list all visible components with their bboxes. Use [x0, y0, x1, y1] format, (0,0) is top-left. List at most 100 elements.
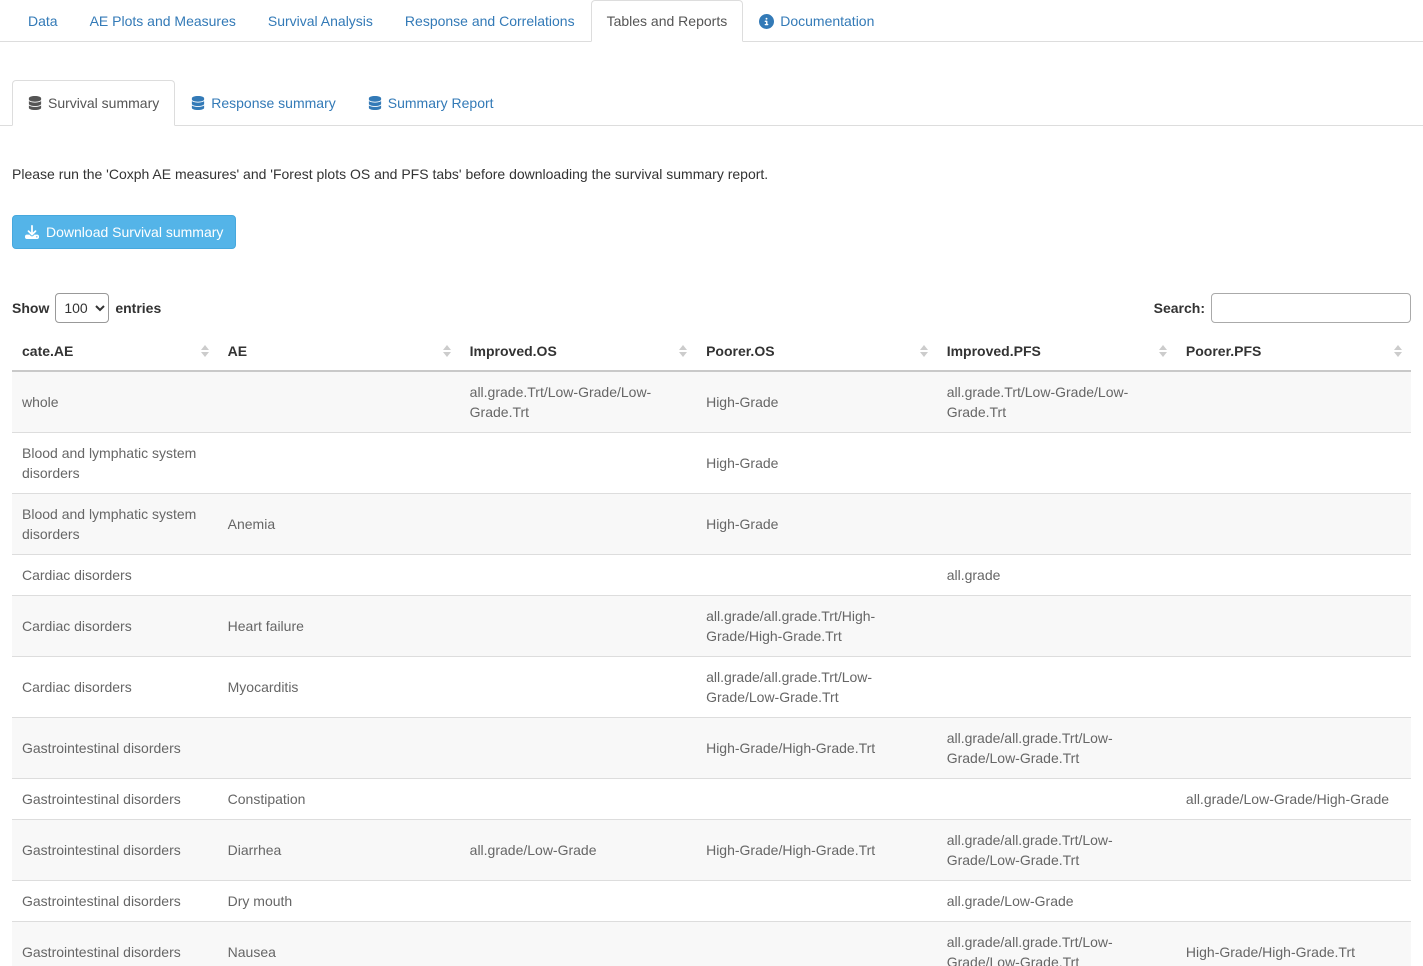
table-row: Cardiac disordersMyocarditisall.grade/al…: [12, 657, 1411, 718]
table-cell: [460, 779, 696, 820]
table-cell: Cardiac disorders: [12, 596, 218, 657]
entries-length-control: Show 100 entries: [12, 293, 161, 323]
sub-tab-survival-summary: Survival summary: [12, 80, 175, 126]
main-tab-label: Survival Analysis: [268, 11, 373, 31]
table-cell: whole: [12, 371, 218, 433]
table-cell: [1176, 820, 1411, 881]
table-cell: Blood and lymphatic system disorders: [12, 494, 218, 555]
page-length-select[interactable]: 100: [55, 293, 109, 323]
table-cell: High-Grade/High-Grade.Trt: [696, 718, 937, 779]
sub-tab-label: Survival summary: [48, 93, 159, 113]
table-cell: [1176, 433, 1411, 494]
sub-tab-summary-report: Summary Report: [352, 80, 510, 126]
column-header-label: Poorer.OS: [706, 343, 774, 359]
database-icon: [28, 96, 42, 110]
table-cell: [937, 433, 1176, 494]
table-cell: [460, 433, 696, 494]
sort-icon: [1159, 345, 1167, 357]
table-cell: High-Grade: [696, 371, 937, 433]
main-tab-label: Response and Correlations: [405, 11, 575, 31]
table-cell: all.grade/Low-Grade: [460, 820, 696, 881]
table-cell: [218, 718, 460, 779]
main-tab-survival-analysis: Survival Analysis: [252, 0, 389, 42]
table-cell: all.grade.Trt/Low-Grade/Low-Grade.Trt: [937, 371, 1176, 433]
sub-nav: Survival summary Response summary Summary …: [0, 80, 1423, 126]
download-icon: [25, 225, 39, 239]
table-cell: all.grade/all.grade.Trt/Low-Grade/Low-Gr…: [937, 718, 1176, 779]
table-row: Gastrointestinal disordersDiarrheaall.gr…: [12, 820, 1411, 881]
table-cell: all.grade/Low-Grade/High-Grade: [1176, 779, 1411, 820]
main-tab-label: Tables and Reports: [607, 11, 728, 31]
sub-tab-link-response-summary[interactable]: Response summary: [175, 80, 352, 126]
table-cell: Gastrointestinal disorders: [12, 922, 218, 966]
sort-icon: [443, 345, 451, 357]
table-cell: [460, 881, 696, 922]
table-cell: [1176, 555, 1411, 596]
table-cell: [460, 718, 696, 779]
table-row: Blood and lymphatic system disordersAnem…: [12, 494, 1411, 555]
main-tab-response-and-correlations: Response and Correlations: [389, 0, 591, 42]
sort-icon: [1394, 345, 1402, 357]
table-cell: [460, 555, 696, 596]
table-cell: [218, 433, 460, 494]
sub-tab-label: Summary Report: [388, 93, 494, 113]
table-cell: [1176, 881, 1411, 922]
main-tab-link-survival-analysis[interactable]: Survival Analysis: [252, 0, 389, 42]
database-icon: [368, 96, 382, 110]
table-cell: Nausea: [218, 922, 460, 966]
table-cell: Cardiac disorders: [12, 657, 218, 718]
entries-label: entries: [115, 300, 161, 316]
column-header-label: Poorer.PFS: [1186, 343, 1261, 359]
table-cell: [1176, 718, 1411, 779]
main-tab-documentation: Documentation: [743, 0, 890, 42]
sort-icon: [679, 345, 687, 357]
table-row: Cardiac disordersHeart failure all.grade/…: [12, 596, 1411, 657]
table-header-row: cate.AE AE Improved.OS Poorer.OS Improved.PF…: [12, 332, 1411, 371]
notice-text: Please run the 'Coxph AE measures' and '…: [12, 166, 1411, 182]
column-header-improved-os[interactable]: Improved.OS: [460, 332, 696, 371]
table-cell: Anemia: [218, 494, 460, 555]
database-icon: [191, 96, 205, 110]
table-cell: all.grade.Trt/Low-Grade/Low-Grade.Trt: [460, 371, 696, 433]
main-tab-link-response-and-correlations[interactable]: Response and Correlations: [389, 0, 591, 42]
column-header-poorer-pfs[interactable]: Poorer.PFS: [1176, 332, 1411, 371]
table-row: Gastrointestinal disordersConstipational…: [12, 779, 1411, 820]
table-cell: High-Grade/High-Grade.Trt: [1176, 922, 1411, 966]
table-row: Gastrointestinal disordersHigh-Grade/Hig…: [12, 718, 1411, 779]
table-cell: Gastrointestinal disorders: [12, 779, 218, 820]
column-header-ae[interactable]: AE: [218, 332, 460, 371]
table-controls: Show 100 entries Search:: [12, 293, 1411, 323]
main-tab-link-documentation[interactable]: Documentation: [743, 0, 890, 42]
table-cell: all.grade/Low-Grade: [937, 881, 1176, 922]
table-row: Blood and lymphatic system disordersHigh…: [12, 433, 1411, 494]
column-header-cate-ae[interactable]: cate.AE: [12, 332, 218, 371]
main-tab-link-tables-and-reports[interactable]: Tables and Reports: [591, 0, 744, 42]
table-cell: [696, 555, 937, 596]
main-tab-tables-and-reports: Tables and Reports: [591, 0, 744, 42]
table-cell: High-Grade: [696, 433, 937, 494]
table-cell: Heart failure: [218, 596, 460, 657]
sub-tab-link-summary-report[interactable]: Summary Report: [352, 80, 510, 126]
main-tab-data: Data: [12, 0, 74, 42]
column-header-poorer-os[interactable]: Poorer.OS: [696, 332, 937, 371]
table-row: Cardiac disordersall.grade: [12, 555, 1411, 596]
column-header-label: Improved.PFS: [947, 343, 1041, 359]
page: Data AE Plots and Measures Survival Analys…: [0, 0, 1423, 966]
main-tab-link-ae-plots-and-measures[interactable]: AE Plots and Measures: [74, 0, 252, 42]
sub-tab-link-survival-summary[interactable]: Survival summary: [12, 80, 175, 126]
tab-content: Please run the 'Coxph AE measures' and '…: [0, 166, 1423, 966]
info-circle-icon: [759, 14, 774, 29]
table-cell: all.grade/all.grade.Trt/High-Grade/High-…: [696, 596, 937, 657]
download-survival-summary-button[interactable]: Download Survival summary: [12, 215, 236, 249]
main-tab-link-data[interactable]: Data: [12, 0, 74, 42]
table-cell: [696, 922, 937, 966]
table-cell: [937, 494, 1176, 555]
column-header-label: AE: [228, 343, 247, 359]
main-tab-label: Documentation: [780, 11, 874, 31]
column-header-improved-pfs[interactable]: Improved.PFS: [937, 332, 1176, 371]
main-tab-label: AE Plots and Measures: [90, 11, 236, 31]
survival-summary-table: cate.AE AE Improved.OS Poorer.OS Improved.PF…: [12, 332, 1411, 966]
search-input[interactable]: [1211, 293, 1411, 323]
table-cell: [218, 555, 460, 596]
table-cell: [460, 657, 696, 718]
